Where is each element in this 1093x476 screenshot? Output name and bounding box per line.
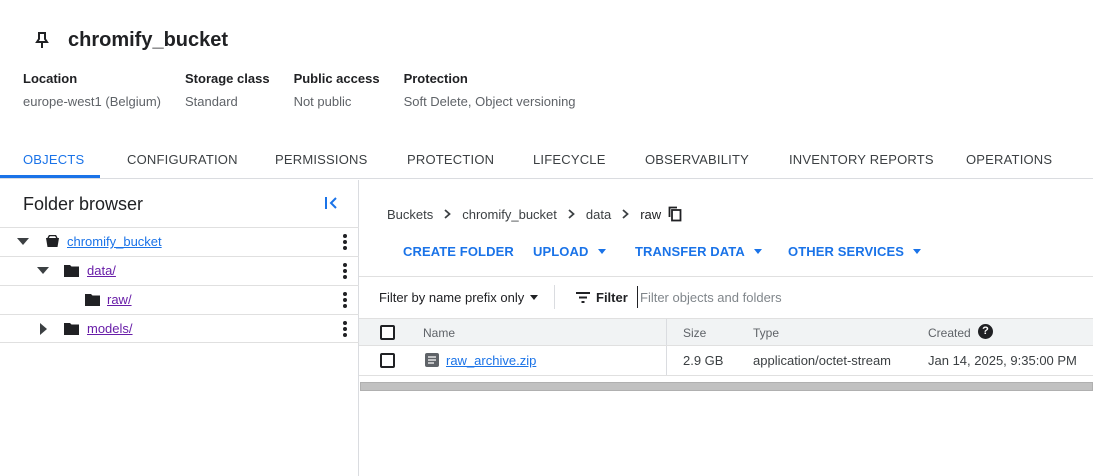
folder-icon (85, 294, 100, 306)
filter-bar: Filter by name prefix only Filter (359, 276, 1093, 318)
table-row[interactable]: raw_archive.zip 2.9 GB application/octet… (359, 346, 1093, 376)
folder-browser-panel: Folder browser chromify_bucket data/ raw… (0, 180, 359, 476)
tab-permissions[interactable]: PERMISSIONS (275, 152, 368, 167)
property-label: Public access (293, 71, 380, 86)
active-tab-indicator (0, 175, 100, 178)
horizontal-scrollbar[interactable] (360, 382, 1093, 391)
row-select-checkbox[interactable] (380, 353, 395, 368)
tree-link-data[interactable]: data/ (87, 263, 116, 278)
tab-operations[interactable]: OPERATIONS (966, 152, 1052, 167)
transfer-data-button[interactable]: TRANSFER DATA (635, 244, 762, 259)
file-icon (425, 353, 439, 367)
filter-prefix-label: Filter by name prefix only (379, 290, 525, 305)
copy-path-icon[interactable] (668, 206, 682, 222)
file-created: Jan 14, 2025, 9:35:00 PM (928, 353, 1077, 368)
table-header: Name Size Type Created ? (359, 318, 1093, 346)
column-header-size[interactable]: Size (683, 326, 706, 340)
property-value: Not public (293, 94, 352, 109)
dropdown-caret-icon (753, 249, 762, 254)
bucket-header: chromify_bucket (34, 26, 228, 54)
file-type: application/octet-stream (753, 353, 892, 368)
folder-browser-title: Folder browser (23, 194, 144, 214)
property-value: Soft Delete, Object versioning (403, 94, 576, 109)
column-header-type[interactable]: Type (753, 326, 779, 340)
expand-toggle-icon[interactable] (37, 267, 49, 274)
filter-input[interactable] (637, 286, 937, 308)
breadcrumb-data[interactable]: data (586, 207, 611, 222)
tree-row-bucket[interactable]: chromify_bucket (0, 227, 359, 256)
filter-label: Filter (596, 290, 628, 305)
tab-lifecycle[interactable]: LIFECYCLE (533, 152, 606, 167)
column-header-created[interactable]: Created (928, 326, 971, 340)
expand-toggle-icon[interactable] (40, 323, 47, 335)
more-actions-icon[interactable] (343, 321, 347, 337)
other-services-button[interactable]: OTHER SERVICES (788, 244, 922, 259)
column-header-name[interactable]: Name (423, 326, 455, 340)
property-storage-class: Storage class Standard (185, 71, 270, 109)
tab-configuration[interactable]: CONFIGURATION (127, 152, 238, 167)
bucket-icon (46, 235, 59, 247)
more-actions-icon[interactable] (343, 234, 347, 250)
more-actions-icon[interactable] (343, 292, 347, 308)
tab-objects[interactable]: OBJECTS (23, 152, 84, 167)
tree-row-models[interactable]: models/ (0, 314, 359, 343)
folder-icon (64, 323, 79, 335)
expand-toggle-icon[interactable] (17, 238, 29, 245)
tree-row-data[interactable]: data/ (0, 256, 359, 285)
property-public-access: Public access Not public (294, 71, 380, 109)
tree-row-raw[interactable]: raw/ (0, 285, 359, 314)
chevron-right-icon (444, 209, 452, 219)
collapse-panel-icon[interactable] (324, 195, 340, 211)
tree-link-models[interactable]: models/ (87, 321, 133, 336)
transfer-data-label: TRANSFER DATA (635, 244, 745, 259)
other-services-label: OTHER SERVICES (788, 244, 905, 259)
tab-bar: OBJECTS CONFIGURATION PERMISSIONS PROTEC… (0, 144, 1093, 179)
bucket-properties: Location europe-west1 (Belgium) Storage … (23, 71, 600, 109)
tab-protection[interactable]: PROTECTION (407, 152, 494, 167)
tab-observability[interactable]: OBSERVABILITY (645, 152, 749, 167)
divider (554, 285, 555, 309)
property-protection: Protection Soft Delete, Object versionin… (404, 71, 576, 109)
upload-label: UPLOAD (533, 244, 589, 259)
column-divider (666, 346, 667, 375)
tree-link-raw[interactable]: raw/ (107, 292, 132, 307)
chevron-right-icon (622, 209, 630, 219)
filter-prefix-select[interactable]: Filter by name prefix only (379, 290, 539, 305)
create-folder-button[interactable]: CREATE FOLDER (403, 244, 514, 259)
chevron-right-icon (568, 209, 575, 219)
folder-icon (64, 265, 79, 277)
tree-link-bucket[interactable]: chromify_bucket (67, 234, 162, 249)
property-label: Storage class (185, 71, 270, 86)
select-all-checkbox[interactable] (380, 325, 395, 340)
breadcrumb-current: raw (640, 206, 662, 222)
pin-icon[interactable] (34, 31, 50, 49)
create-folder-label: CREATE FOLDER (403, 244, 514, 259)
breadcrumb: Buckets chromify_bucket data raw (387, 206, 682, 222)
upload-button[interactable]: UPLOAD (533, 244, 606, 259)
column-divider[interactable] (666, 319, 667, 345)
file-name-link[interactable]: raw_archive.zip (446, 353, 536, 368)
filter-icon (576, 292, 590, 303)
tab-inventory-reports[interactable]: INVENTORY REPORTS (789, 152, 934, 167)
dropdown-caret-icon (597, 249, 606, 254)
property-label: Location (23, 71, 78, 86)
breadcrumb-buckets[interactable]: Buckets (387, 207, 433, 222)
file-size: 2.9 GB (683, 353, 724, 368)
more-actions-icon[interactable] (343, 263, 347, 279)
breadcrumb-bucket[interactable]: chromify_bucket (462, 207, 557, 222)
property-value: Standard (185, 94, 238, 109)
property-label: Protection (403, 71, 468, 86)
help-icon[interactable]: ? (978, 324, 993, 339)
property-location: Location europe-west1 (Belgium) (23, 71, 161, 109)
page-title: chromify_bucket (68, 28, 229, 51)
property-value: europe-west1 (Belgium) (23, 94, 162, 109)
dropdown-caret-icon (530, 295, 539, 300)
dropdown-caret-icon (913, 249, 922, 254)
